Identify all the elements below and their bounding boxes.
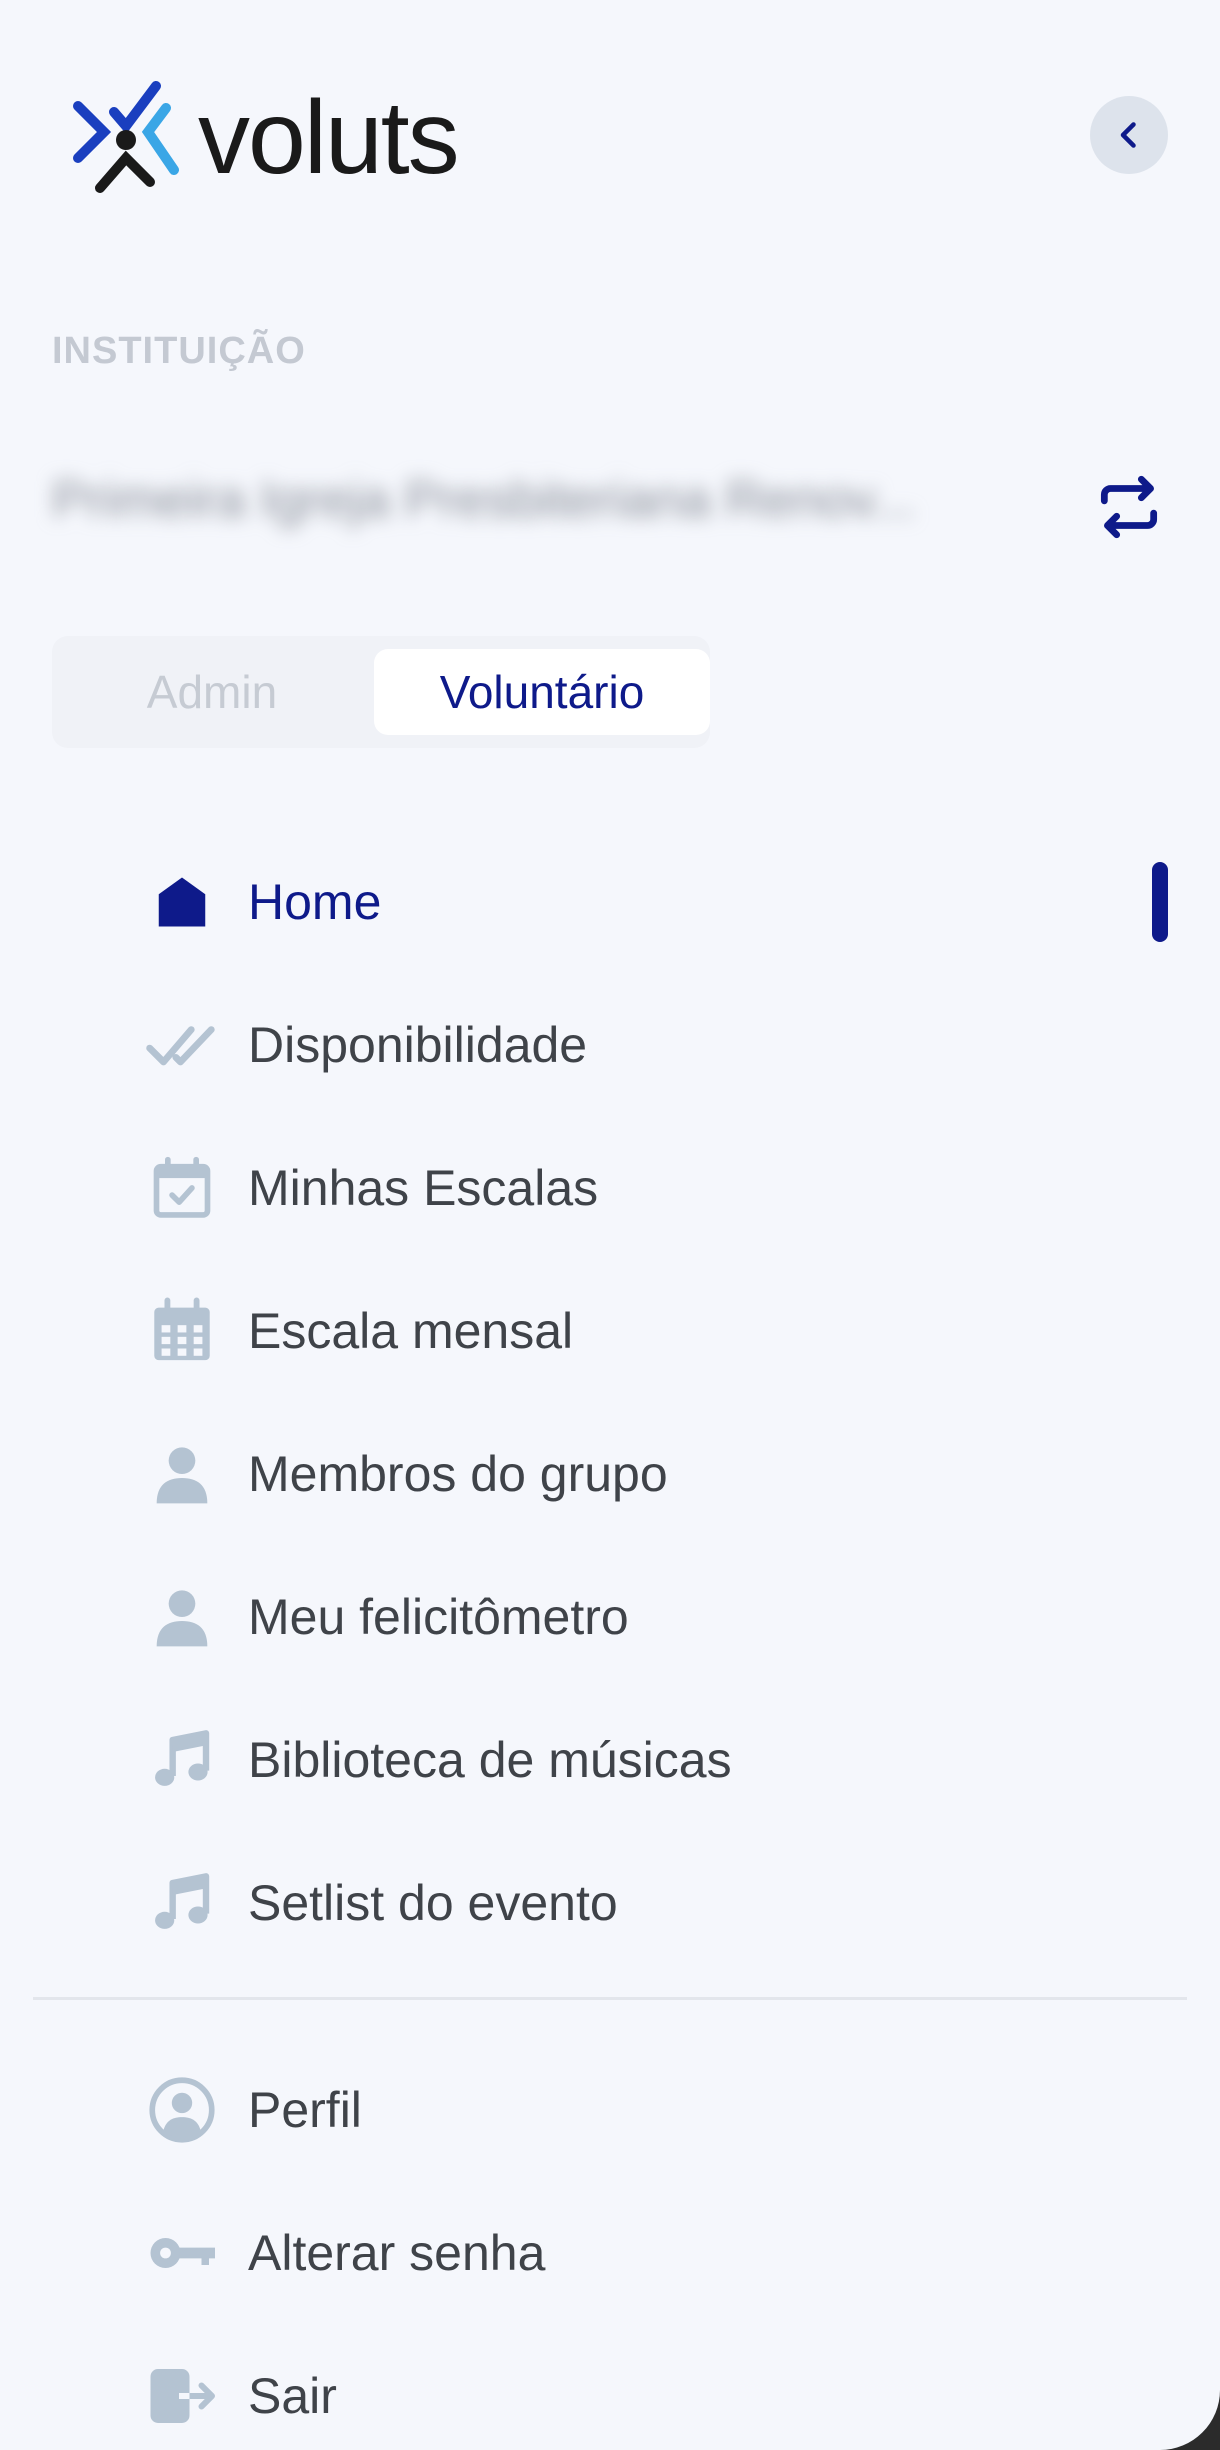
nav-item-home[interactable]: Home (0, 830, 1220, 973)
nav-item-label: Escala mensal (248, 1302, 574, 1359)
nav-item-label: Disponibilidade (248, 1016, 588, 1073)
profile-circle-icon (144, 2072, 220, 2148)
nav-item-sair[interactable]: Sair (0, 2324, 1220, 2450)
institution-name: Primeira Igreja Presbiteriana Renov... (52, 471, 916, 529)
nav-item-alterar-senha[interactable]: Alterar senha (0, 2181, 1220, 2324)
calendar-grid-icon (144, 1293, 220, 1369)
nav-item-meu-felicitometro[interactable]: Meu felicitômetro (0, 1545, 1220, 1688)
person-icon (144, 1436, 220, 1512)
brand-logo: voluts (70, 78, 460, 198)
nav-item-escala-mensal[interactable]: Escala mensal (0, 1259, 1220, 1402)
key-icon (144, 2215, 220, 2291)
music-note-icon (144, 1865, 220, 1941)
nav-item-label: Setlist do evento (248, 1874, 618, 1931)
calendar-check-icon (144, 1150, 220, 1226)
role-toggle: Admin Voluntário (52, 636, 710, 748)
collapse-drawer-button[interactable] (1090, 96, 1168, 174)
active-indicator (1152, 861, 1168, 942)
role-volunteer-tab[interactable]: Voluntário (374, 649, 710, 735)
person-icon (144, 1579, 220, 1655)
nav-item-perfil[interactable]: Perfil (0, 2038, 1220, 2181)
nav-item-label: Membros do grupo (248, 1445, 668, 1502)
side-drawer: voluts INSTITUIÇÃO Primeira Igreja Presb… (0, 0, 1220, 2450)
nav-item-disponibilidade[interactable]: Disponibilidade (0, 973, 1220, 1116)
nav-item-setlist-do-evento[interactable]: Setlist do evento (0, 1831, 1220, 1974)
nav-item-label: Perfil (248, 2081, 362, 2138)
chevron-left-icon (1120, 122, 1136, 148)
main-nav: Home Disponibilidade Minhas Escalas Esca… (0, 830, 1220, 1974)
role-admin-tab[interactable]: Admin (62, 649, 362, 735)
nav-item-membros-do-grupo[interactable]: Membros do grupo (0, 1402, 1220, 1545)
brand-name: voluts (198, 80, 460, 196)
nav-item-label: Sair (248, 2367, 337, 2424)
voluts-logo-icon (73, 81, 179, 193)
double-check-icon (144, 1007, 220, 1083)
music-note-icon (144, 1722, 220, 1798)
home-icon (144, 864, 220, 940)
institution-section-label: INSTITUIÇÃO (52, 330, 306, 372)
nav-divider (33, 1997, 1187, 2000)
nav-item-label: Minhas Escalas (248, 1159, 599, 1216)
nav-item-label: Biblioteca de músicas (248, 1731, 732, 1788)
nav-item-label: Meu felicitômetro (248, 1588, 629, 1645)
logout-icon (144, 2358, 220, 2434)
account-nav: Perfil Alterar senha Sair (0, 2038, 1220, 2450)
switch-institution-icon[interactable] (1092, 470, 1166, 544)
nav-item-biblioteca-de-musicas[interactable]: Biblioteca de músicas (0, 1688, 1220, 1831)
nav-item-minhas-escalas[interactable]: Minhas Escalas (0, 1116, 1220, 1259)
nav-item-label: Alterar senha (248, 2224, 546, 2281)
nav-item-label: Home (248, 873, 382, 930)
